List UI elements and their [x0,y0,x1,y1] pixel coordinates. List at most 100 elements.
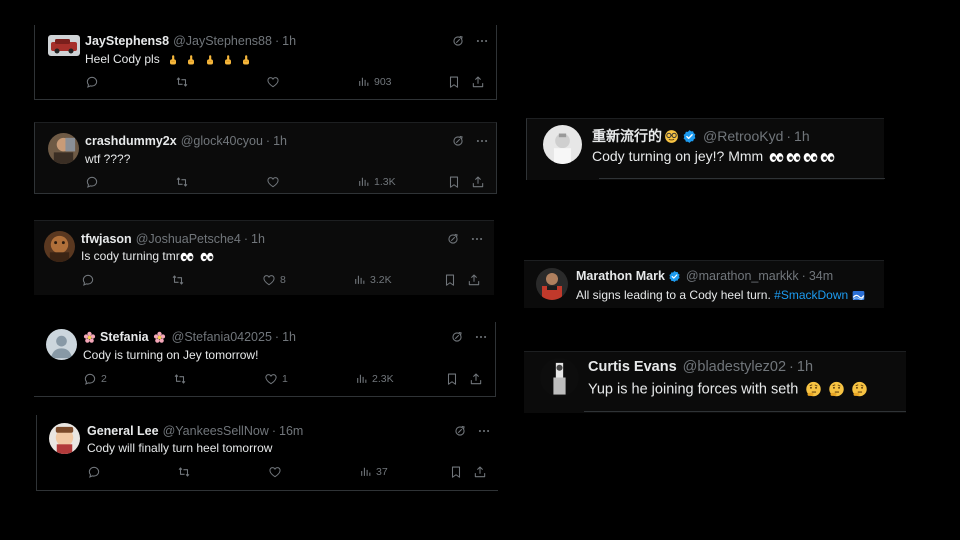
timestamp[interactable]: 16m [279,424,303,438]
user-handle[interactable]: @Stefania042025 [172,330,272,344]
user-handle[interactable]: @bladestylez02 [683,359,786,375]
timestamp[interactable]: 1h [797,359,813,375]
user-handle[interactable]: @JayStephens88 [173,34,272,48]
reply-button[interactable] [87,465,105,479]
share-button[interactable] [471,75,485,89]
avatar-marathon-mark[interactable] [536,268,568,300]
display-name[interactable]: General Lee [87,424,159,438]
like-button[interactable] [266,175,284,189]
views-button[interactable]: 2.3K [355,372,394,385]
tweet-card-retrookyd[interactable]: 重新流行的 @RetrooKyd · 1h Cody turning on je… [526,118,885,180]
cherry-blossom-emoji [83,331,96,344]
bookmark-button[interactable] [449,465,463,479]
display-name[interactable]: tfwjason [81,232,132,246]
share-button[interactable] [471,175,485,189]
tweet-action-bar: 2 1 2.3K [83,372,483,388]
bookmark-button[interactable] [447,175,461,189]
user-handle[interactable]: @marathon_markkk [686,269,799,283]
tweet-card-general-lee[interactable]: General Lee @YankeesSellNow · 16m Cody w… [36,415,498,491]
tweet-card-marathon-mark[interactable]: Marathon Mark @marathon_markkk · 34m All… [524,260,884,308]
more-icon[interactable] [474,330,488,344]
avatar-jaystephens8[interactable] [48,35,80,56]
hashtag-link[interactable]: #SmackDown [774,288,848,302]
display-name[interactable]: 重新流行的 [592,126,662,146]
eyes-emoji [200,252,214,262]
retweet-button[interactable] [171,273,185,287]
reply-icon [83,372,97,386]
grok-icon[interactable] [451,134,465,148]
views-icon [357,175,370,188]
display-name[interactable]: JayStephens8 [85,34,169,48]
timestamp[interactable]: 1h [251,232,265,246]
tweet-card-tfwjason[interactable]: tfwjason @JoshuaPetsche4 · 1h Is cody tu… [34,220,494,295]
eyes-emoji [769,152,784,163]
bookmark-icon [447,175,461,189]
grok-icon[interactable] [450,330,464,344]
more-icon[interactable] [477,424,491,438]
user-handle[interactable]: @JoshuaPetsche4 [136,232,241,246]
tweet-top-actions [446,232,484,246]
avatar-image [44,231,75,262]
like-button[interactable]: 8 [262,273,286,287]
avatar-general-lee[interactable] [49,423,80,454]
retweet-button[interactable] [175,75,189,89]
timestamp[interactable]: 1h [282,330,296,344]
bookmark-button[interactable] [445,372,459,386]
timestamp[interactable]: 1h [273,134,287,148]
retweet-icon [175,75,189,89]
bookmark-icon [445,372,459,386]
like-button[interactable] [268,465,286,479]
display-name[interactable]: crashdummy2x [85,134,177,148]
retweet-icon [173,372,187,386]
grok-icon[interactable] [446,232,460,246]
avatar-tfwjason[interactable] [44,231,75,262]
timestamp[interactable]: 1h [794,128,810,144]
bookmark-button[interactable] [447,75,461,89]
display-name[interactable]: Marathon Mark [576,269,665,283]
views-button[interactable]: 3.2K [353,273,392,286]
reply-button[interactable] [85,75,103,89]
tweet-card-crashdummy2x[interactable]: crashdummy2x @glock40cyou · 1h wtf ???? … [34,122,497,194]
share-button[interactable] [473,465,487,479]
timestamp[interactable]: 34m [809,269,833,283]
eyes-emoji [180,252,194,262]
tweet-card-jaystephens8[interactable]: JayStephens8 @JayStephens88 · 1h Heel Co… [34,25,497,100]
tweet-header: Marathon Mark @marathon_markkk · 34m [576,269,833,283]
user-handle[interactable]: @YankeesSellNow [163,424,269,438]
like-button[interactable] [266,75,284,89]
views-button[interactable]: 1.3K [357,175,396,188]
user-handle[interactable]: @RetrooKyd [703,128,783,144]
retweet-button[interactable] [177,465,191,479]
display-name[interactable]: Curtis Evans [588,359,677,375]
like-count: 8 [280,274,286,286]
avatar-stefania[interactable] [46,329,77,360]
views-button[interactable]: 37 [359,465,388,478]
avatar-retrookyd[interactable] [543,125,582,164]
avatar-curtis-evans[interactable] [540,358,579,397]
smackdown-hashflag-icon [852,289,865,302]
grok-icon[interactable] [453,424,467,438]
heart-icon [264,372,278,386]
reply-button[interactable]: 2 [83,372,107,386]
share-button[interactable] [469,372,483,386]
reply-button[interactable] [85,175,103,189]
avatar-image [540,358,579,397]
tweet-card-stefania[interactable]: Stefania @Stefania042025 · 1h Cody is tu… [34,322,496,397]
retweet-button[interactable] [173,372,187,386]
display-name[interactable]: Stefania [100,330,149,344]
reply-button[interactable] [81,273,99,287]
more-icon[interactable] [470,232,484,246]
like-button[interactable]: 1 [264,372,288,386]
tweet-card-curtis-evans[interactable]: Curtis Evans @bladestylez02 · 1h Yup is … [524,351,906,413]
retweet-button[interactable] [175,175,189,189]
timestamp[interactable]: 1h [282,34,296,48]
avatar-crashdummy2x[interactable] [48,133,79,164]
bookmark-button[interactable] [443,273,457,287]
more-icon[interactable] [475,34,489,48]
grok-icon[interactable] [451,34,465,48]
views-button[interactable]: 903 [357,75,392,88]
share-button[interactable] [467,273,481,287]
card-bottom-edge [599,178,885,179]
more-icon[interactable] [475,134,489,148]
user-handle[interactable]: @glock40cyou [181,134,263,148]
